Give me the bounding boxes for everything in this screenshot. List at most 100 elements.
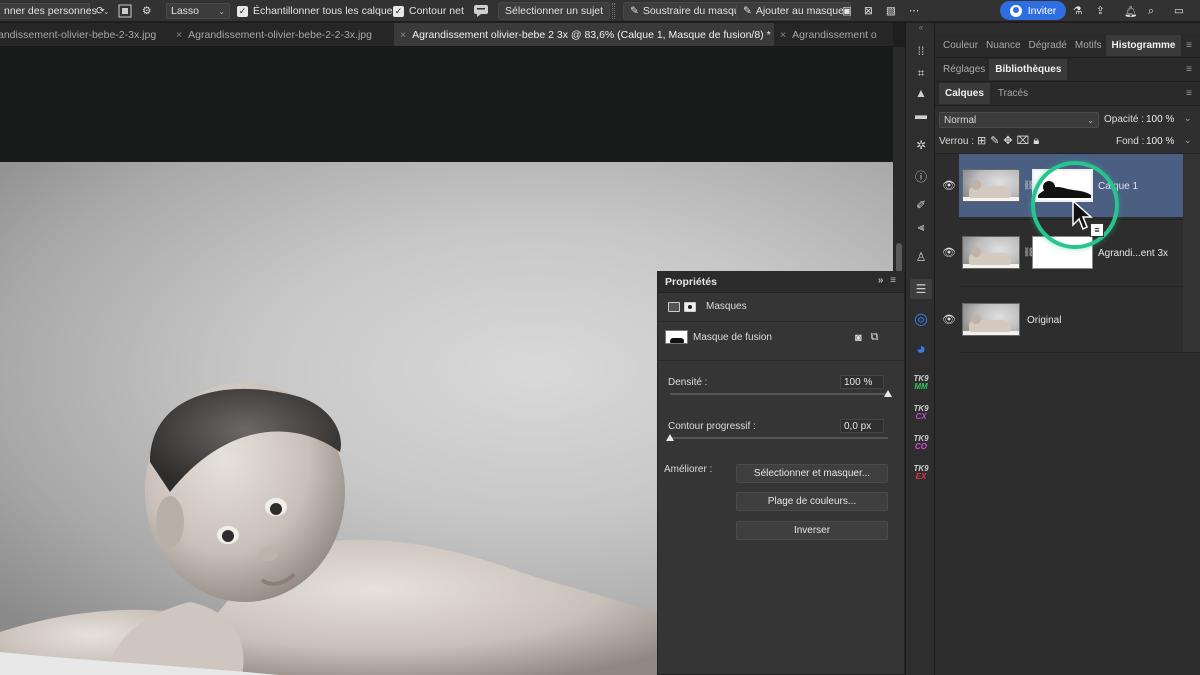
fill-input[interactable]: 100 % xyxy=(1146,136,1174,147)
subtract-mask-button[interactable]: ✎ Soustraire du masque xyxy=(623,0,753,22)
tk9-cx-icon[interactable]: TK9 CX xyxy=(910,401,932,425)
tab-color[interactable]: Couleur xyxy=(943,40,978,51)
tk9-mm-icon[interactable]: TK9 MM xyxy=(910,371,932,395)
layer-thumbnail xyxy=(962,236,1020,269)
refresh-icon[interactable]: ⟳ xyxy=(96,0,105,22)
opacity-input[interactable]: 100 % xyxy=(1146,114,1174,125)
tab-histogram[interactable]: Histogramme xyxy=(1105,35,1182,56)
collapse-menu-icon[interactable]: » ≡ xyxy=(878,275,898,286)
feather-slider-knob[interactable] xyxy=(666,434,674,441)
chevron-down-icon[interactable]: ⌄ xyxy=(1184,113,1192,124)
select-subject-label: Sélectionner un sujet xyxy=(498,2,611,20)
stamp-icon[interactable]: ▲ xyxy=(910,83,932,103)
fill-label: Fond : xyxy=(1116,136,1145,147)
speech-bubble-icon[interactable] xyxy=(473,0,489,22)
close-icon[interactable]: × xyxy=(780,29,786,41)
tk9-co-icon[interactable]: TK9 CO xyxy=(910,431,932,455)
tk-sub: CX xyxy=(915,412,927,421)
density-input[interactable]: 100 % xyxy=(840,375,884,389)
mode-label: Lasso xyxy=(171,5,200,17)
sun-icon[interactable]: ✲ xyxy=(910,135,932,155)
layer-row-original[interactable]: 👁︎ Original xyxy=(942,288,1183,351)
select-and-mask-button[interactable]: Sélectionner et masquer... xyxy=(736,464,888,483)
comment-icon[interactable]: ▬ xyxy=(910,105,932,125)
color-range-button[interactable]: Plage de couleurs... xyxy=(736,492,888,511)
density-slider-knob[interactable] xyxy=(884,390,892,397)
panel-menu-icon[interactable]: ≡ xyxy=(1186,64,1192,75)
context-menu-icon: ≡ xyxy=(1090,223,1104,237)
tk9-ex-icon[interactable]: TK9 EX xyxy=(910,461,932,485)
load-selection-icon[interactable]: ◙ xyxy=(855,332,862,344)
blend-mode-dropdown[interactable]: Normal ⌄ xyxy=(939,112,1099,128)
panel-menu-icon[interactable]: ≡ xyxy=(1186,88,1192,99)
mask-type-label: Masque de fusion xyxy=(693,331,772,343)
brush-minus-icon: ✎ xyxy=(630,5,639,17)
eye-icon[interactable]: 👁︎ xyxy=(942,313,956,326)
feather-input[interactable]: 0,0 px xyxy=(840,419,884,433)
invite-button[interactable]: Inviter xyxy=(1000,1,1066,20)
panel-menu-icon[interactable]: ≡ xyxy=(1186,40,1192,51)
document-tabs: andissement-olivier-bebe-2-3x.jpg × Agran… xyxy=(0,23,893,47)
plugin-pie-icon[interactable]: ◕ xyxy=(910,340,932,360)
search-icon[interactable]: ⌕ xyxy=(1148,0,1154,22)
adjust-brush-icon[interactable]: ⌗ xyxy=(910,63,932,83)
close-icon[interactable]: × xyxy=(176,29,182,41)
brush-settings-icon[interactable]: ✐ xyxy=(910,195,932,215)
mask-remove-icon[interactable]: ⊠ xyxy=(864,0,873,22)
clone-source-icon[interactable]: ⫷ xyxy=(910,217,932,237)
sharp-edge-checkbox[interactable]: ✓ Contour net xyxy=(393,0,464,22)
tab-adjustments[interactable]: Réglages xyxy=(943,64,985,75)
tab-layers[interactable]: Calques xyxy=(939,83,990,104)
vector-mask-icon[interactable] xyxy=(684,301,696,312)
plugin-ring-icon[interactable]: ◎ xyxy=(910,309,932,329)
toolbar-grip[interactable] xyxy=(612,3,615,19)
apply-mask-icon[interactable]: ⧉ xyxy=(871,331,879,344)
masks-row: Masques xyxy=(668,301,914,312)
mask-option-icon[interactable]: ▣ xyxy=(842,0,852,22)
info-icon[interactable]: ⓘ xyxy=(910,166,932,186)
lock-label: Verrou : xyxy=(939,136,975,147)
lock-icons[interactable]: ⊞✎✥⌧🔒︎ xyxy=(977,134,1043,148)
chevron-down-icon[interactable]: ⌄ xyxy=(1184,135,1192,146)
invert-button[interactable]: Inverser xyxy=(736,521,888,540)
blend-mode-label: Normal xyxy=(944,114,977,126)
density-slider[interactable] xyxy=(670,390,892,397)
share-icon[interactable]: ⇪ xyxy=(1096,0,1105,22)
tab-label: Agrandissement-olivier-bebe-2-2-3x.jpg xyxy=(188,29,372,41)
tab-swatches[interactable]: Nuance xyxy=(986,40,1020,51)
scroll-thumb[interactable] xyxy=(896,243,902,273)
tab-label: Agrandissement olivier-bebe 2 3x @ 83,6%… xyxy=(412,29,771,41)
tab-patterns[interactable]: Motifs xyxy=(1075,40,1102,51)
select-subject-button[interactable]: Sélectionner un sujet xyxy=(498,0,611,22)
mask-thumbnail xyxy=(665,330,688,344)
collapse-arrows-icon[interactable]: « xyxy=(906,23,936,37)
eye-icon[interactable]: 👁︎ xyxy=(942,179,956,192)
sample-all-label: Échantillonner tous les calques xyxy=(253,5,398,17)
tab-paths[interactable]: Tracés xyxy=(998,88,1028,99)
more-icon[interactable]: ⋯ xyxy=(909,0,920,22)
tab-gradients[interactable]: Dégradé xyxy=(1029,40,1067,51)
tab-doc-4[interactable]: × Agrandissement o xyxy=(776,23,893,46)
flask-icon[interactable]: ⚗ xyxy=(1073,0,1082,22)
mode-dropdown[interactable]: Lasso ⌄ xyxy=(166,0,230,22)
properties-toggle-icon[interactable]: ☰ xyxy=(910,279,932,299)
tab-doc-1[interactable]: andissement-olivier-bebe-2-3x.jpg xyxy=(0,23,171,46)
workspace-icon[interactable]: ▭ xyxy=(1174,0,1184,22)
mask-image-icon[interactable]: ▧ xyxy=(886,0,896,22)
close-icon[interactable]: × xyxy=(400,29,406,41)
feather-slider[interactable] xyxy=(666,434,888,441)
sample-all-checkbox[interactable]: ✓ Échantillonner tous les calques xyxy=(237,0,398,22)
tab-libraries[interactable]: Bibliothèques xyxy=(989,59,1068,80)
tab-doc-2[interactable]: × Agrandissement-olivier-bebe-2-2-3x.jpg xyxy=(172,23,394,46)
bell-icon[interactable]: 🔔︎ xyxy=(1124,0,1137,22)
gear-icon[interactable]: ⚙ xyxy=(142,0,151,22)
tools-icon[interactable]: ⁞⁞ xyxy=(910,41,932,61)
properties-title: Propriétés xyxy=(665,275,717,288)
pixel-mask-icon[interactable] xyxy=(668,301,680,312)
sample-grid-icon[interactable] xyxy=(118,0,132,22)
select-people-dropdown[interactable]: nner des personnes ⌄ xyxy=(0,0,110,22)
eye-icon[interactable]: 👁︎ xyxy=(942,246,956,259)
add-mask-button[interactable]: ✎ Ajouter au masque xyxy=(736,0,851,22)
person-stamp-icon[interactable]: ♙ xyxy=(910,247,932,267)
tab-doc-3[interactable]: × Agrandissement olivier-bebe 2 3x @ 83,6… xyxy=(394,23,774,46)
